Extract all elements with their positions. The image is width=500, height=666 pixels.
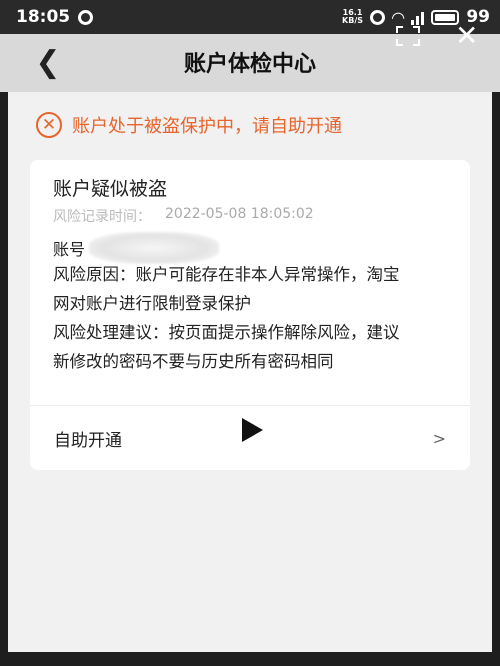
signal-icon — [411, 9, 425, 25]
fullscreen-icon[interactable] — [396, 26, 420, 46]
wifi-icon: ◠ — [392, 7, 405, 27]
network-speed-unit: KB/S — [342, 16, 364, 25]
phone-screen: 18:05 16.1 KB/S ◠ 99 ❮ 账户体检中心 ✕ ✕ 账户处于被盗… — [0, 0, 500, 666]
close-icon[interactable]: ✕ — [455, 22, 478, 50]
alarm-icon — [370, 9, 386, 25]
risk-card: 账户疑似被盗 风险记录时间： 2022-05-08 18:05:02 账号 风险… — [30, 160, 470, 470]
risk-description: 风险原因：账户可能存在非本人异常操作，淘宝 网对账户进行限制登录保护 风险处理建… — [53, 260, 453, 376]
alert-banner: ✕ 账户处于被盗保护中，请自助开通 — [36, 112, 342, 138]
bottom-bar — [0, 652, 500, 666]
status-bar: 18:05 16.1 KB/S ◠ 99 — [0, 0, 500, 34]
risk-time-label: 风险记录时间： — [53, 209, 151, 225]
notification-ring-icon — [78, 9, 94, 25]
nav-header: ❮ 账户体检中心 ✕ — [0, 22, 500, 92]
account-label: 账号 — [53, 240, 86, 259]
status-left: 18:05 — [16, 7, 94, 27]
play-icon[interactable] — [242, 418, 263, 442]
chevron-right-icon: > — [432, 428, 446, 448]
network-speed: 16.1 KB/S — [342, 9, 363, 25]
page-title: 账户体检中心 — [183, 52, 316, 77]
alert-text: 账户处于被盗保护中，请自助开通 — [72, 116, 342, 137]
suggestion-line2: 新修改的密码不要与历史所有密码相同 — [53, 352, 334, 371]
card-title: 账户疑似被盗 — [53, 178, 168, 200]
risk-reason-line1: 风险原因：账户可能存在非本人异常操作，淘宝 — [53, 265, 400, 284]
risk-reason-line2: 网对账户进行限制登录保护 — [53, 294, 251, 313]
x-circle-icon: ✕ — [36, 112, 62, 138]
suggestion-line1: 风险处理建议：按页面提示操作解除风险，建议 — [53, 323, 400, 342]
self-open-label: 自助开通 — [54, 430, 122, 451]
main-content: ✕ 账户处于被盗保护中，请自助开通 账户疑似被盗 风险记录时间： 2022-05… — [8, 92, 492, 666]
risk-time-value: 2022-05-08 18:05:02 — [165, 206, 314, 222]
status-time: 18:05 — [16, 7, 71, 27]
risk-time-row: 风险记录时间： 2022-05-08 18:05:02 — [53, 206, 314, 226]
